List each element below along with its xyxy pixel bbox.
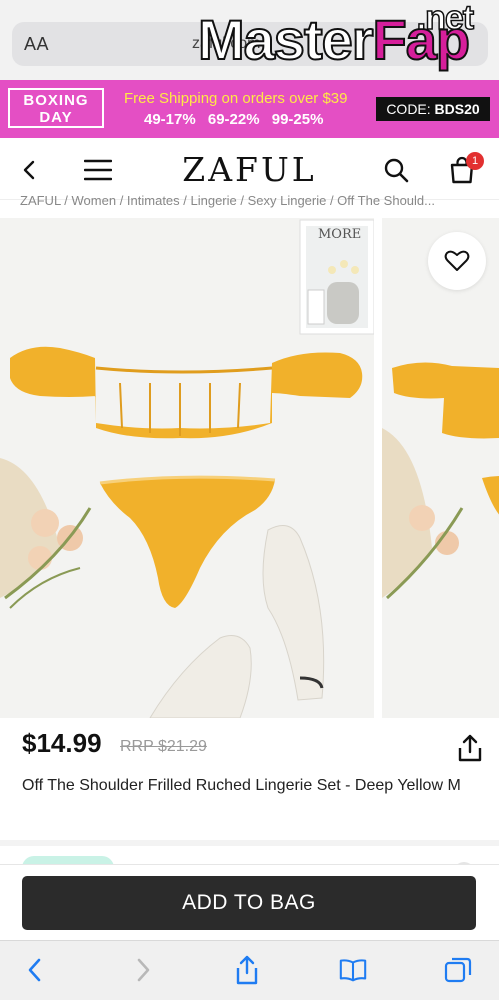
cart-count-badge: 1 <box>466 152 484 170</box>
tabs-icon <box>444 957 472 983</box>
share-button[interactable] <box>454 732 486 764</box>
rrp-label: RRP <box>120 738 154 755</box>
watermark-logo: MasterFap .net <box>197 0 475 78</box>
inset-caption: MORE <box>318 227 361 242</box>
site-logo[interactable]: ZAFUL <box>0 150 499 189</box>
lingerie-illustration-secondary <box>382 362 499 600</box>
browser-forward-button[interactable] <box>128 955 158 985</box>
share-icon <box>236 955 258 985</box>
product-gallery[interactable]: MORE <box>0 218 499 718</box>
section-divider <box>0 840 499 846</box>
browser-toolbar <box>0 940 499 1000</box>
browser-top-bar: AA zaful.com MasterFap .net <box>0 0 499 80</box>
site-header: ZAFUL <box>0 138 499 200</box>
product-photo-next[interactable] <box>382 218 499 718</box>
search-icon <box>384 158 409 183</box>
chevron-left-icon <box>28 958 41 982</box>
boxing-day-badge: BOXING DAY <box>8 88 104 128</box>
product-photo-main[interactable]: MORE <box>0 218 374 718</box>
discount-tiers: 49-17% 69-22% 99-25% <box>144 111 324 128</box>
share-icon <box>458 734 482 762</box>
code-value: BDS20 <box>434 101 480 117</box>
product-title: Off The Shoulder Frilled Ruched Lingerie… <box>22 777 461 794</box>
book-icon <box>339 959 367 982</box>
browser-back-button[interactable] <box>20 955 50 985</box>
bookmarks-button[interactable] <box>338 955 368 985</box>
badge-line2: DAY <box>39 109 73 126</box>
browser-share-button[interactable] <box>232 955 262 985</box>
promo-code: CODE: BDS20 <box>376 97 490 121</box>
chevron-right-icon <box>137 958 150 982</box>
watermark-part1: Master <box>197 7 375 72</box>
text-size-button[interactable]: AA <box>24 34 49 55</box>
wishlist-button[interactable] <box>428 232 486 290</box>
shipping-text: Free Shipping on orders over $39 <box>124 90 348 107</box>
search-button[interactable] <box>378 152 414 188</box>
tabs-button[interactable] <box>443 955 473 985</box>
add-to-bag-button[interactable]: ADD TO BAG <box>22 876 476 930</box>
code-label: CODE: <box>386 101 431 117</box>
product-price: $14.99 <box>22 728 102 758</box>
badge-line1: BOXING <box>23 92 89 109</box>
watermark-suffix: .net <box>416 0 475 38</box>
rrp-value: $21.29 <box>157 738 207 755</box>
breadcrumb[interactable]: ZAFUL / Women / Intimates / Lingerie / S… <box>20 193 490 208</box>
lingerie-illustration: MORE <box>0 219 374 718</box>
rrp-price: RRP $21.29 <box>120 738 207 756</box>
heart-icon <box>444 250 470 271</box>
